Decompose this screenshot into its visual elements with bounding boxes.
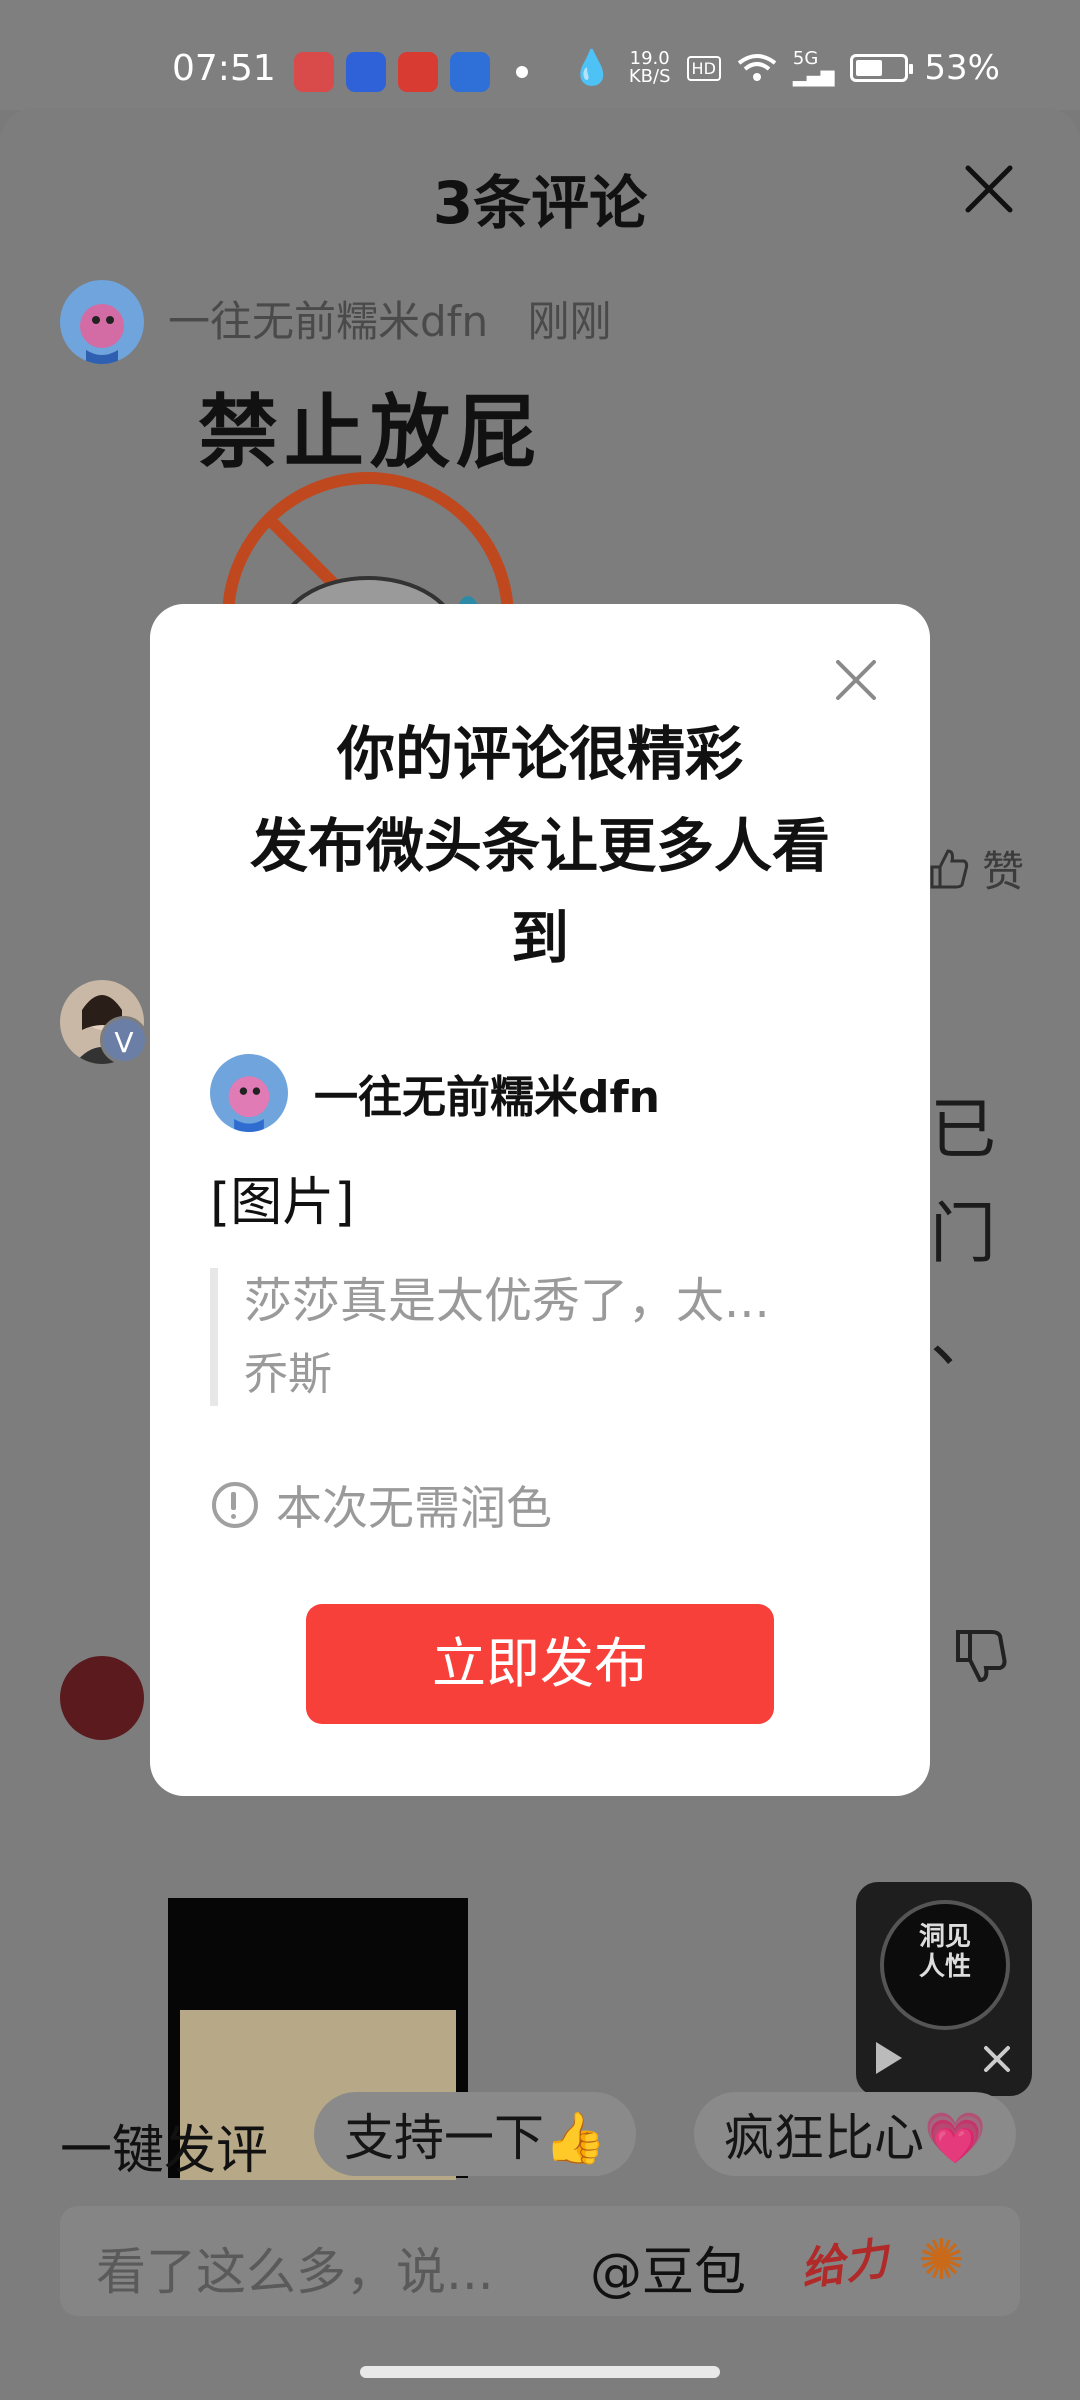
- toutiao-app-icon: [398, 52, 438, 92]
- verified-badge-icon: V: [100, 1016, 148, 1064]
- data-saver-icon: 💧: [570, 48, 613, 88]
- polish-notice: 本次无需润色: [212, 1472, 552, 1538]
- status-bar: 07:51 💧 19.0 KB/S HD 5G ▂▄▆ 53%: [0, 0, 1080, 110]
- quote-author: 乔斯: [244, 1349, 332, 1400]
- thumbs-down-icon[interactable]: [950, 1626, 1010, 1686]
- comment-time: 刚刚: [527, 297, 612, 346]
- info-icon: [212, 1482, 258, 1528]
- status-indicators: 💧 19.0 KB/S HD 5G ▂▄▆ 53%: [571, 48, 1000, 88]
- like-label: 赞: [981, 847, 1024, 896]
- play-icon[interactable]: [876, 2042, 902, 2074]
- comment-author[interactable]: 一往无前糯米dfn: [168, 297, 488, 346]
- comment-text-fragment: 门: [930, 1195, 996, 1272]
- quick-reply-label: 一键发评: [60, 2121, 269, 2181]
- dog-avatar-icon: [228, 1076, 270, 1132]
- signal-icon: 5G ▂▄▆: [792, 48, 835, 87]
- thumbs-up-icon: [930, 848, 969, 888]
- mention-doubao-button[interactable]: @豆包: [590, 2230, 746, 2305]
- baidu-app-icon: [346, 52, 386, 92]
- close-icon[interactable]: [958, 158, 1020, 220]
- comment-text-fragment: 已: [930, 1091, 996, 1168]
- notice-text: 本次无需润色: [276, 1481, 552, 1535]
- dialog-username: 一往无前糯米dfn: [314, 1072, 660, 1123]
- quick-reply-chip[interactable]: 支持一下👍: [314, 2092, 637, 2176]
- dialog-content: [图片]: [210, 1173, 355, 1233]
- comment-input-placeholder[interactable]: 看了这么多，说...: [96, 2232, 494, 2304]
- dialog-close-icon[interactable]: [832, 656, 880, 704]
- battery-level: 53%: [924, 48, 1000, 88]
- quick-reply-chip[interactable]: 疯狂比心💗: [694, 2092, 1017, 2176]
- comment-avatar[interactable]: [60, 1656, 144, 1740]
- comment-meta: 一往无前糯米dfn 刚刚: [168, 288, 611, 349]
- comments-title: 3条评论: [432, 169, 648, 237]
- notification-dot: [516, 66, 528, 78]
- like-button[interactable]: 赞: [926, 838, 1024, 899]
- video-app-icon: [294, 52, 334, 92]
- close-player-icon[interactable]: [980, 2042, 1014, 2076]
- hd-badge: HD: [686, 55, 721, 81]
- dialog-title: 你的评论很精彩 发布微头条让更多人看 到: [249, 720, 830, 972]
- browser-app-icon: [450, 52, 490, 92]
- floating-audio-player[interactable]: 洞见 人性: [856, 1882, 1032, 2096]
- sticker-text: 禁止放屁: [198, 386, 542, 479]
- fireworks-icon[interactable]: ✺: [918, 2228, 965, 2293]
- quoted-post: 莎莎真是太优秀了，太... 乔斯: [210, 1268, 850, 1406]
- status-time: 07:51: [172, 48, 276, 89]
- publish-now-button[interactable]: 立即发布: [306, 1604, 774, 1724]
- comment-input-bar[interactable]: 看了这么多，说... @豆包 给力 ✺: [60, 2206, 1020, 2316]
- quick-reply-bar: 一键发评 支持一下👍 疯狂比心💗: [0, 2090, 1080, 2190]
- comment-text-fragment: 、: [930, 1299, 996, 1376]
- network-speed: 19.0 KB/S: [628, 48, 671, 87]
- publish-dialog: 你的评论很精彩 发布微头条让更多人看 到 一往无前糯米dfn [图片] 莎莎真是…: [150, 604, 930, 1796]
- audio-disc-cover[interactable]: 洞见 人性: [880, 1900, 1010, 2030]
- quote-text: 莎莎真是太优秀了，太...: [244, 1273, 770, 1329]
- dialog-user: 一往无前糯米dfn: [210, 1054, 660, 1132]
- comment-avatar[interactable]: [60, 280, 144, 364]
- home-indicator[interactable]: [360, 2366, 720, 2378]
- wifi-icon: [737, 54, 777, 81]
- give-power-button[interactable]: 给力: [796, 2222, 892, 2298]
- dog-avatar-icon: [80, 304, 124, 364]
- user-avatar: [210, 1054, 288, 1132]
- battery-icon: [850, 54, 914, 82]
